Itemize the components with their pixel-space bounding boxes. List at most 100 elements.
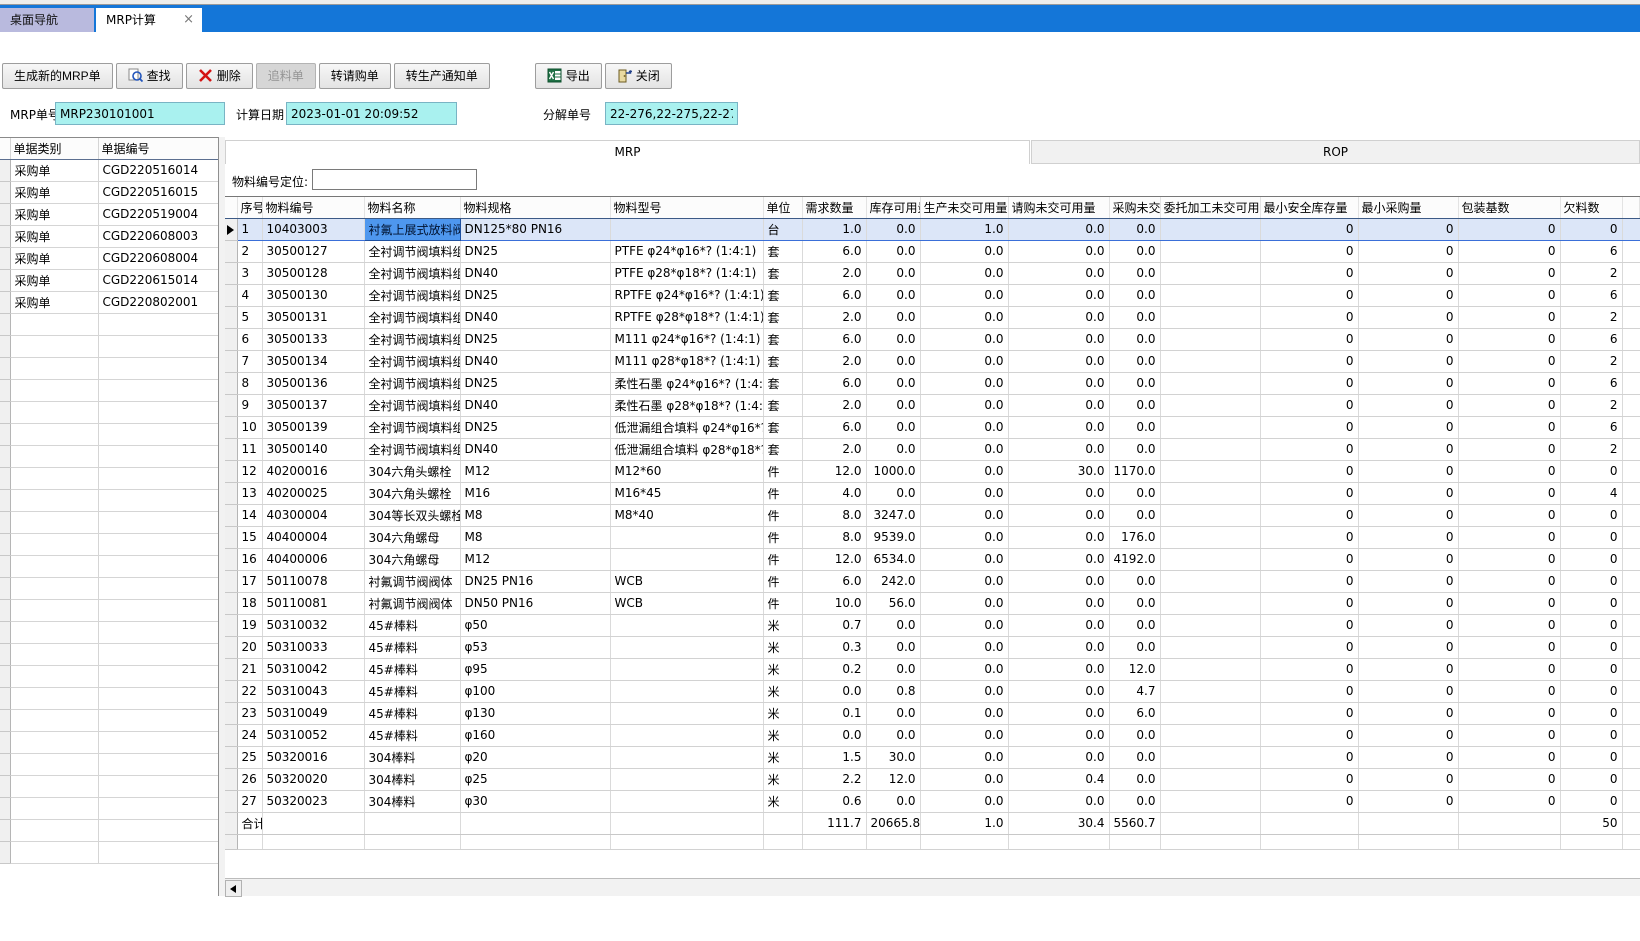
material-code-cell[interactable]: 30500140 (262, 438, 364, 460)
material-code-cell[interactable]: 50110081 (262, 592, 364, 614)
pr-open-avail-cell[interactable]: 0.0 (1008, 724, 1109, 746)
stock-avail-cell[interactable]: 56.0 (866, 592, 920, 614)
material-code-cell[interactable]: 30500137 (262, 394, 364, 416)
prod-open-avail-cell[interactable]: 0.0 (920, 284, 1008, 306)
pr-open-avail-cell[interactable]: 0.0 (1008, 680, 1109, 702)
grid-row[interactable]: 830500136全衬调节阀填料组DN25柔性石墨 φ24*φ16*? (1:4… (225, 372, 1640, 394)
min-purchase-qty-cell[interactable]: 0 (1358, 548, 1458, 570)
prod-open-avail-cell[interactable]: 0.0 (920, 768, 1008, 790)
material-model-cell[interactable] (610, 636, 763, 658)
min-purchase-qty-cell[interactable]: 0 (1358, 746, 1458, 768)
material-spec-cell[interactable]: φ160 (460, 724, 610, 746)
subcontract-open-avail-cell[interactable] (1160, 746, 1260, 768)
material-name-cell[interactable] (364, 834, 460, 849)
demand-qty-cell[interactable]: 6.0 (802, 570, 866, 592)
seq-cell[interactable]: 26 (237, 768, 262, 790)
pack-base-cell[interactable]: 0 (1458, 746, 1560, 768)
po-open-avail-cell[interactable]: 0.0 (1109, 306, 1160, 328)
grid-row-selector[interactable] (225, 306, 237, 328)
po-open-avail-cell[interactable]: 4192.0 (1109, 548, 1160, 570)
po-open-avail-cell[interactable]: 0.0 (1109, 790, 1160, 812)
material-name-cell[interactable]: 全衬调节阀填料组 (364, 262, 460, 284)
seq-cell[interactable]: 合计 (237, 812, 262, 834)
shortage-qty-cell[interactable]: 0 (1560, 702, 1622, 724)
min-safety-stock-cell[interactable]: 0 (1260, 328, 1358, 350)
doc-no-cell[interactable] (98, 599, 218, 621)
left-row-selector[interactable] (0, 401, 10, 423)
demand-qty-cell[interactable]: 12.0 (802, 460, 866, 482)
grid-row-selector[interactable] (225, 394, 237, 416)
subcontract-open-avail-cell[interactable] (1160, 614, 1260, 636)
demand-qty-cell[interactable]: 2.0 (802, 438, 866, 460)
shortage-qty-cell[interactable]: 0 (1560, 548, 1622, 570)
left-row-selector[interactable] (0, 599, 10, 621)
material-code-cell[interactable]: 30500131 (262, 306, 364, 328)
material-model-cell[interactable]: 低泄漏组合填料 φ24*φ16*? (610, 416, 763, 438)
material-model-cell[interactable] (610, 658, 763, 680)
source-doc-row[interactable]: 采购单CGD220608003 (0, 225, 218, 247)
subcontract-open-avail-cell[interactable] (1160, 724, 1260, 746)
material-spec-cell[interactable]: φ95 (460, 658, 610, 680)
unit-cell[interactable]: 米 (763, 658, 802, 680)
min-purchase-qty-cell[interactable]: 0 (1358, 724, 1458, 746)
prod-open-avail-cell[interactable]: 0.0 (920, 438, 1008, 460)
min-safety-stock-cell[interactable]: 0 (1260, 504, 1358, 526)
pr-open-avail-cell[interactable]: 0.0 (1008, 306, 1109, 328)
subcontract-open-avail-header[interactable]: 委托加工未交可用量 (1160, 197, 1260, 218)
material-name-cell[interactable]: 45#棒料 (364, 724, 460, 746)
po-open-avail-cell[interactable]: 0.0 (1109, 592, 1160, 614)
shortage-qty-cell[interactable]: 0 (1560, 592, 1622, 614)
subcontract-open-avail-cell[interactable] (1160, 460, 1260, 482)
subcontract-open-avail-cell[interactable] (1160, 768, 1260, 790)
pack-base-cell[interactable]: 0 (1458, 768, 1560, 790)
min-safety-stock-cell[interactable]: 0 (1260, 768, 1358, 790)
min-safety-stock-header[interactable]: 最小安全库存量 (1260, 197, 1358, 218)
material-spec-cell[interactable]: DN40 (460, 350, 610, 372)
doc-type-cell[interactable] (10, 819, 98, 841)
seq-header[interactable]: 序号 (237, 197, 262, 218)
doc-type-cell[interactable] (10, 687, 98, 709)
shortage-qty-cell[interactable]: 6 (1560, 328, 1622, 350)
doc-type-cell[interactable] (10, 665, 98, 687)
material-spec-cell[interactable]: M12 (460, 460, 610, 482)
left-row-selector[interactable] (0, 489, 10, 511)
min-purchase-qty-cell[interactable]: 0 (1358, 504, 1458, 526)
shortage-qty-cell[interactable]: 2 (1560, 394, 1622, 416)
pr-open-avail-cell[interactable]: 0.0 (1008, 526, 1109, 548)
material-code-cell[interactable]: 30500139 (262, 416, 364, 438)
stock-avail-cell[interactable] (866, 834, 920, 849)
min-purchase-qty-cell[interactable]: 0 (1358, 592, 1458, 614)
stock-avail-cell[interactable]: 0.0 (866, 482, 920, 504)
pack-base-cell[interactable]: 0 (1458, 680, 1560, 702)
tab-rop[interactable]: ROP (1031, 140, 1640, 164)
unit-cell[interactable]: 米 (763, 702, 802, 724)
material-model-cell[interactable] (610, 724, 763, 746)
unit-cell[interactable]: 米 (763, 680, 802, 702)
shortage-qty-cell[interactable] (1560, 834, 1622, 849)
material-spec-cell[interactable]: DN40 (460, 394, 610, 416)
min-purchase-qty-cell[interactable]: 0 (1358, 658, 1458, 680)
stock-avail-cell[interactable]: 0.0 (866, 636, 920, 658)
shortage-qty-cell[interactable]: 2 (1560, 262, 1622, 284)
seq-cell[interactable]: 4 (237, 284, 262, 306)
grid-row[interactable]: 110403003衬氟上展式放料阀DN125*80 PN16台1.00.01.0… (225, 218, 1640, 240)
min-safety-stock-cell[interactable]: 0 (1260, 262, 1358, 284)
doc-type-cell[interactable] (10, 511, 98, 533)
left-row-selector[interactable] (0, 335, 10, 357)
subcontract-open-avail-cell[interactable] (1160, 328, 1260, 350)
material-model-cell[interactable] (610, 526, 763, 548)
po-open-avail-cell[interactable]: 6.0 (1109, 702, 1160, 724)
subcontract-open-avail-cell[interactable] (1160, 680, 1260, 702)
subcontract-open-avail-cell[interactable] (1160, 372, 1260, 394)
min-safety-stock-cell[interactable]: 0 (1260, 394, 1358, 416)
doc-no-cell[interactable] (98, 357, 218, 379)
shortage-qty-cell[interactable]: 50 (1560, 812, 1622, 834)
stock-avail-cell[interactable]: 30.0 (866, 746, 920, 768)
demand-qty-cell[interactable]: 0.3 (802, 636, 866, 658)
source-doc-row[interactable]: 采购单CGD220802001 (0, 291, 218, 313)
source-doc-empty-row[interactable] (0, 643, 218, 665)
po-open-avail-cell[interactable]: 0.0 (1109, 768, 1160, 790)
stock-avail-cell[interactable]: 0.0 (866, 240, 920, 262)
prod-open-avail-cell[interactable]: 0.0 (920, 680, 1008, 702)
grid-row[interactable]: 1440300004304等长双头螺栓M8M8*40件8.03247.00.00… (225, 504, 1640, 526)
